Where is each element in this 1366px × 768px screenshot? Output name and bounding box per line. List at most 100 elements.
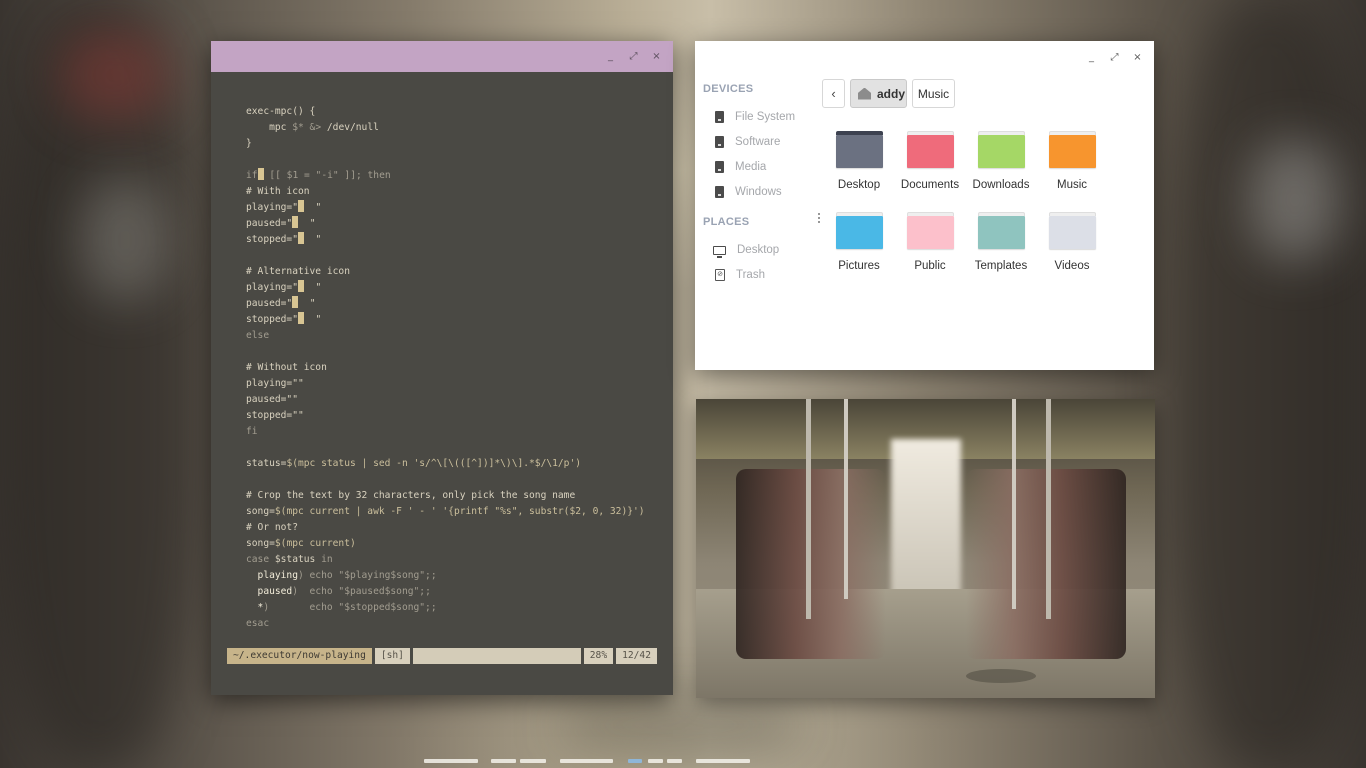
code-line: if [[ $1 = "-i" ]]; then (246, 168, 661, 184)
sidebar-item-desktop[interactable]: Desktop (713, 244, 780, 258)
sidebar-item-trash[interactable]: ⊘ Trash (715, 269, 765, 281)
terminal-window[interactable]: _ ⤢ × exec-mpc() { mpc $* &> /dev/null} i… (211, 41, 673, 695)
folder-public[interactable]: Public (894, 212, 966, 272)
maximize-button[interactable]: ⤢ (627, 50, 640, 63)
statusline-position: 12/42 (616, 648, 657, 664)
code-line: esac (246, 616, 661, 632)
maximize-button[interactable]: ⤢ (1108, 51, 1121, 64)
code-token: " (303, 282, 322, 293)
minimize-button[interactable]: _ (1085, 51, 1098, 64)
code-line: fi (246, 424, 661, 440)
code-line: } (246, 136, 661, 152)
code-token: exec-mpc() { (246, 106, 316, 117)
places-header: PLACES (703, 216, 750, 228)
sidebar-item-software[interactable]: Software (715, 136, 780, 148)
code-token: # Or not? (246, 522, 298, 533)
home-icon (858, 87, 871, 100)
folder-downloads[interactable]: Downloads (965, 131, 1037, 191)
photo-pole (844, 399, 848, 599)
workspace-indicator[interactable] (560, 759, 613, 763)
sidebar-item-windows[interactable]: Windows (715, 186, 782, 198)
code-token: paused=" (246, 298, 293, 309)
folder-documents[interactable]: Documents (894, 131, 966, 191)
workspace-indicator[interactable] (696, 759, 750, 763)
sidebar-item-label: File System (735, 111, 796, 123)
code-token: song= (246, 538, 275, 549)
sidebar-menu-icon[interactable] (818, 213, 821, 223)
folder-label: Desktop (837, 179, 881, 191)
folder-icon (906, 131, 954, 168)
code-line: case $status in (246, 552, 661, 568)
drive-icon (715, 111, 724, 123)
code-line: playing="" (246, 376, 661, 392)
folder-label: Pictures (838, 260, 880, 272)
folder-desktop[interactable]: Desktop (823, 131, 895, 191)
wallpaper-blob (560, 700, 800, 750)
code-line: playing=" " (246, 200, 661, 216)
code-token: ) echo "$playing$song";; (297, 570, 437, 581)
folder-icon (1048, 131, 1096, 168)
minimize-button[interactable]: _ (604, 50, 617, 63)
sidebar-item-file-system[interactable]: File System (715, 111, 795, 123)
code-token: stopped="" (246, 410, 304, 421)
folder-label: Downloads (972, 179, 1030, 191)
code-editor[interactable]: exec-mpc() { mpc $* &> /dev/null} if [[ $… (246, 104, 661, 632)
code-token: " (303, 314, 322, 325)
workspace-indicator[interactable] (667, 759, 682, 763)
photo-seats-left (736, 469, 886, 659)
statusline-percent: 28% (583, 648, 614, 664)
workspace-indicator[interactable] (424, 759, 478, 763)
code-token: # Alternative icon (246, 266, 350, 277)
code-token: song= (246, 506, 275, 517)
code-line: status=$(mpc status | sed -n 's/^\[\(([^… (246, 456, 661, 472)
breadcrumb-home[interactable]: addy (850, 79, 907, 108)
workspace-indicator[interactable] (491, 759, 516, 763)
code-line: else (246, 328, 661, 344)
code-token: $* (292, 122, 304, 133)
code-token: # Crop the text by 32 characters, only p… (246, 490, 576, 501)
close-button[interactable]: × (650, 50, 663, 63)
folder-pictures[interactable]: Pictures (823, 212, 895, 272)
terminal-titlebar[interactable]: _ ⤢ × (211, 41, 673, 72)
code-line: stopped=" " (246, 312, 661, 328)
breadcrumb-label: addy (877, 86, 906, 101)
code-token: esac (246, 618, 270, 629)
code-token: fi (246, 426, 258, 437)
sidebar-item-label: Desktop (737, 244, 780, 256)
workspace-indicator[interactable] (648, 759, 663, 763)
code-token: stopped=" (246, 314, 298, 325)
code-line: playing) echo "$playing$song";; (246, 568, 661, 584)
folder-templates[interactable]: Templates (965, 212, 1037, 272)
breadcrumb-music[interactable]: Music (912, 79, 955, 108)
code-line: song=$(mpc current) (246, 536, 661, 552)
code-line: *) echo "$stopped$song";; (246, 600, 661, 616)
code-token: mpc (246, 122, 293, 133)
code-token: ) echo "$paused$song";; (292, 586, 431, 597)
statusline-fill (412, 648, 581, 664)
wallpaper-blob (80, 180, 170, 300)
close-button[interactable]: × (1131, 51, 1144, 64)
workspace-indicator[interactable] (520, 759, 546, 763)
sidebar-item-media[interactable]: Media (715, 161, 766, 173)
image-viewer-window[interactable] (696, 399, 1155, 698)
code-token: status= (246, 458, 287, 469)
statusline-path: ~/.executor/now-playing (227, 648, 372, 664)
folder-icon (1048, 212, 1096, 249)
photo-pole (1046, 399, 1051, 619)
workspace-indicator[interactable] (628, 759, 642, 763)
folder-icon (835, 131, 883, 168)
sidebar-item-label: Trash (736, 269, 765, 281)
wallpaper-blob (1170, 0, 1366, 768)
folder-videos[interactable]: Videos (1036, 212, 1108, 272)
code-line: exec-mpc() { (246, 104, 661, 120)
folder-label: Music (1056, 179, 1088, 191)
folder-music[interactable]: Music (1036, 131, 1108, 191)
code-token: " (298, 298, 316, 309)
file-manager-window[interactable]: _ ⤢ × DEVICES File System Software Media… (695, 41, 1154, 370)
back-button[interactable]: ‹ (822, 79, 845, 108)
code-line: playing=" " (246, 280, 661, 296)
code-token: in (321, 554, 333, 565)
code-token: # Without icon (246, 362, 327, 373)
monitor-icon (713, 245, 726, 258)
